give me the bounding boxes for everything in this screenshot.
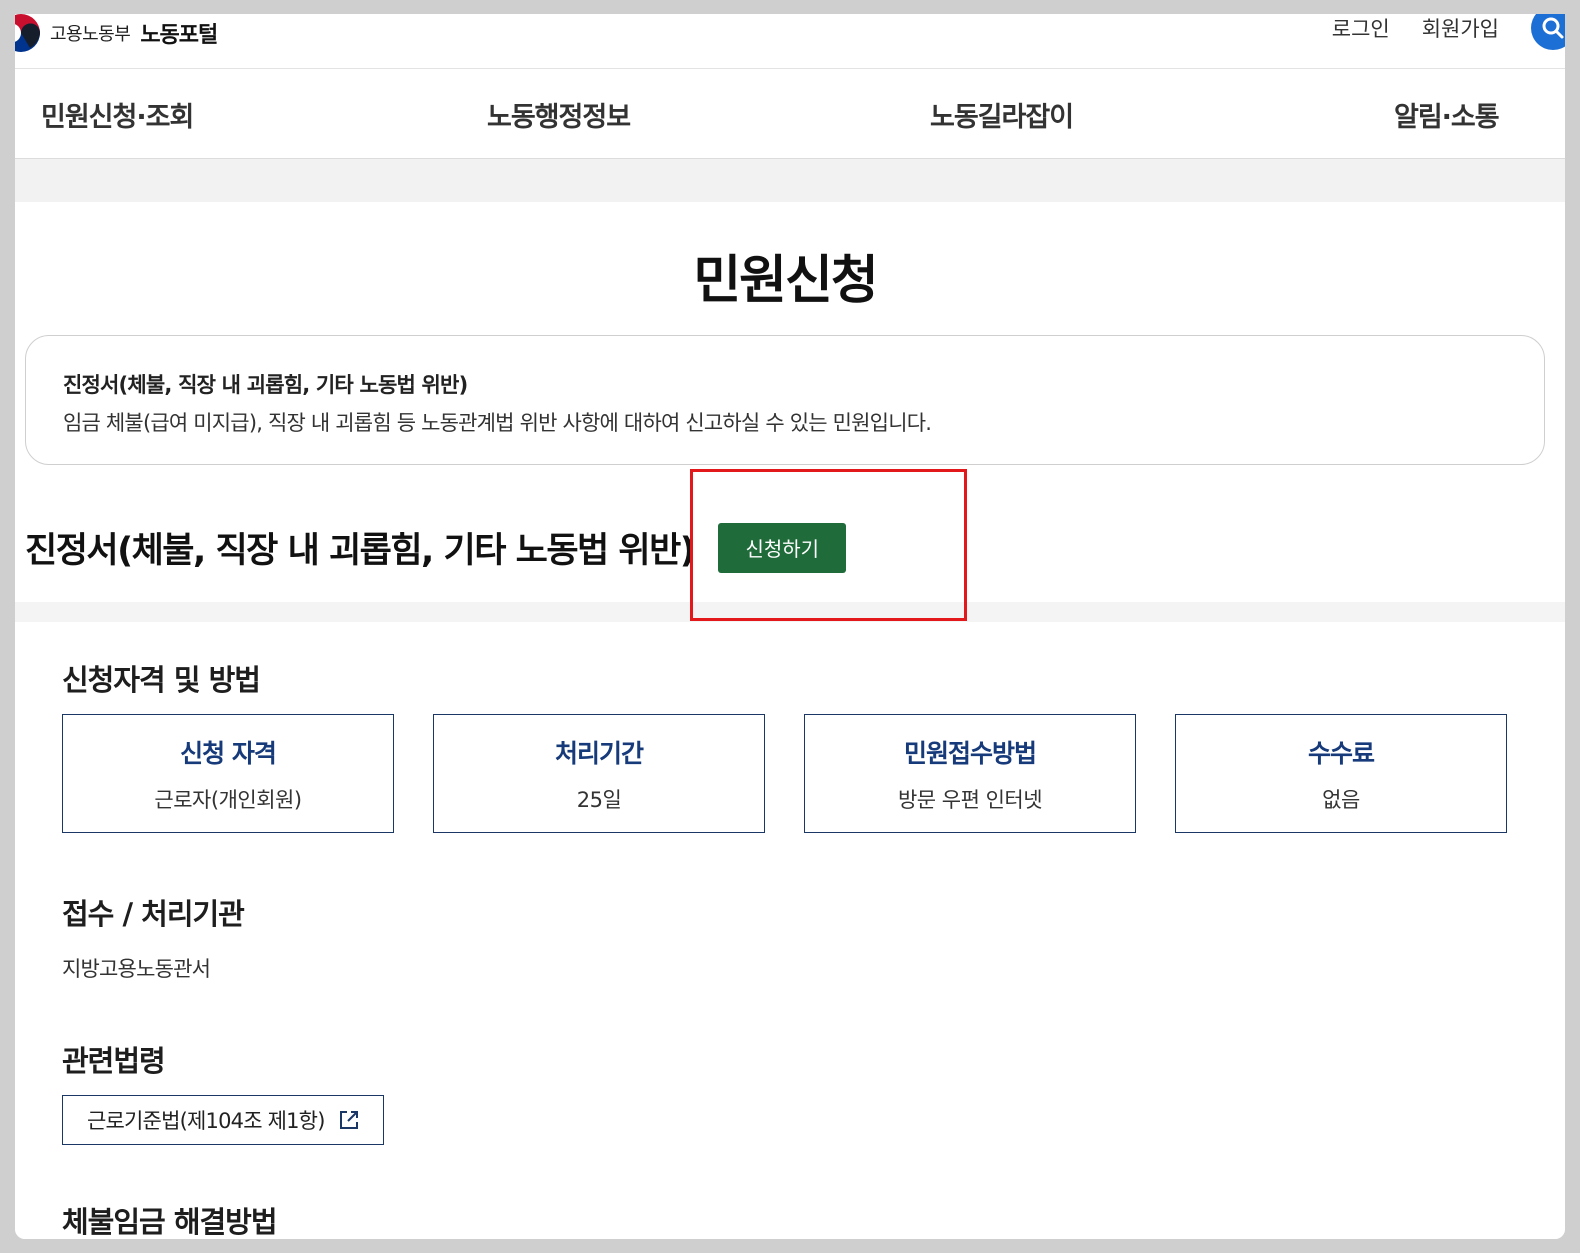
page-frame: 고용노동부 노동포털 로그인 회원가입 민원신청·조회 노동행정정보 노동길라잡… [15,14,1565,1239]
card-eligibility: 신청 자격 근로자(개인회원) [62,714,394,833]
intro-title: 진정서(체불, 직장 내 괴롭힘, 기타 노동법 위반) [63,373,468,397]
portal-name: 노동포털 [140,23,218,48]
logo[interactable]: 고용노동부 노동포털 [15,14,218,66]
laws-heading: 관련법령 [62,1044,166,1078]
card-fee: 수수료 없음 [1175,714,1507,833]
card-value: 근로자(개인회원) [154,787,302,812]
login-link[interactable]: 로그인 [1332,14,1390,43]
nav-item-notice-communication[interactable]: 알림·소통 [1394,69,1500,159]
nav-item-labor-guide[interactable]: 노동길라잡이 [930,69,1074,159]
header: 고용노동부 노동포털 로그인 회원가입 [15,14,1565,69]
card-title: 민원접수방법 [903,738,1037,768]
card-value: 없음 [1322,787,1360,812]
agency-heading: 접수 / 처리기관 [62,897,245,931]
search-icon [1542,17,1564,39]
global-navigation: 민원신청·조회 노동행정정보 노동길라잡이 알림·소통 [15,69,1565,159]
service-title: 진정서(체불, 직장 내 괴롭힘, 기타 노동법 위반) [25,531,696,571]
search-button[interactable] [1531,14,1565,50]
card-title: 처리기간 [554,738,644,768]
agency-value: 지방고용노동관서 [62,957,211,981]
card-title: 신청 자격 [180,738,277,768]
intro-box: 진정서(체불, 직장 내 괴롭힘, 기타 노동법 위반) 임금 체불(급여 미지… [25,335,1545,465]
intro-description: 임금 체불(급여 미지급), 직장 내 괴롭힘 등 노동관계법 위반 사항에 대… [63,411,932,435]
external-link-icon [339,1111,358,1129]
qualification-heading: 신청자격 및 방법 [62,663,261,697]
main-content: 민원신청 진정서(체불, 직장 내 괴롭힘, 기타 노동법 위반) 임금 체불(… [15,202,1565,1239]
card-value: 25일 [576,787,622,812]
card-submission-method: 민원접수방법 방문 우편 인터넷 [804,714,1136,833]
qualification-cards: 신청 자격 근로자(개인회원) 처리기간 25일 민원접수방법 방문 우편 인터… [62,714,1507,833]
government-emblem-icon [15,14,41,53]
law-link[interactable]: 근로기준법(제104조 제1항) [62,1095,384,1145]
card-processing-period: 처리기간 25일 [433,714,765,833]
resolution-heading: 체불임금 해결방법 [62,1205,278,1239]
org-name: 고용노동부 [50,24,131,45]
nav-item-labor-admin-info[interactable]: 노동행정정보 [487,69,631,159]
card-title: 수수료 [1307,738,1375,768]
signup-link[interactable]: 회원가입 [1422,14,1499,43]
utility-menu: 로그인 회원가입 [1332,14,1565,56]
card-value: 방문 우편 인터넷 [897,787,1043,812]
law-link-label: 근로기준법(제104조 제1항) [87,1109,325,1133]
page-title: 민원신청 [693,251,878,311]
nav-item-civil-application[interactable]: 민원신청·조회 [41,69,194,159]
highlight-box [690,469,967,621]
